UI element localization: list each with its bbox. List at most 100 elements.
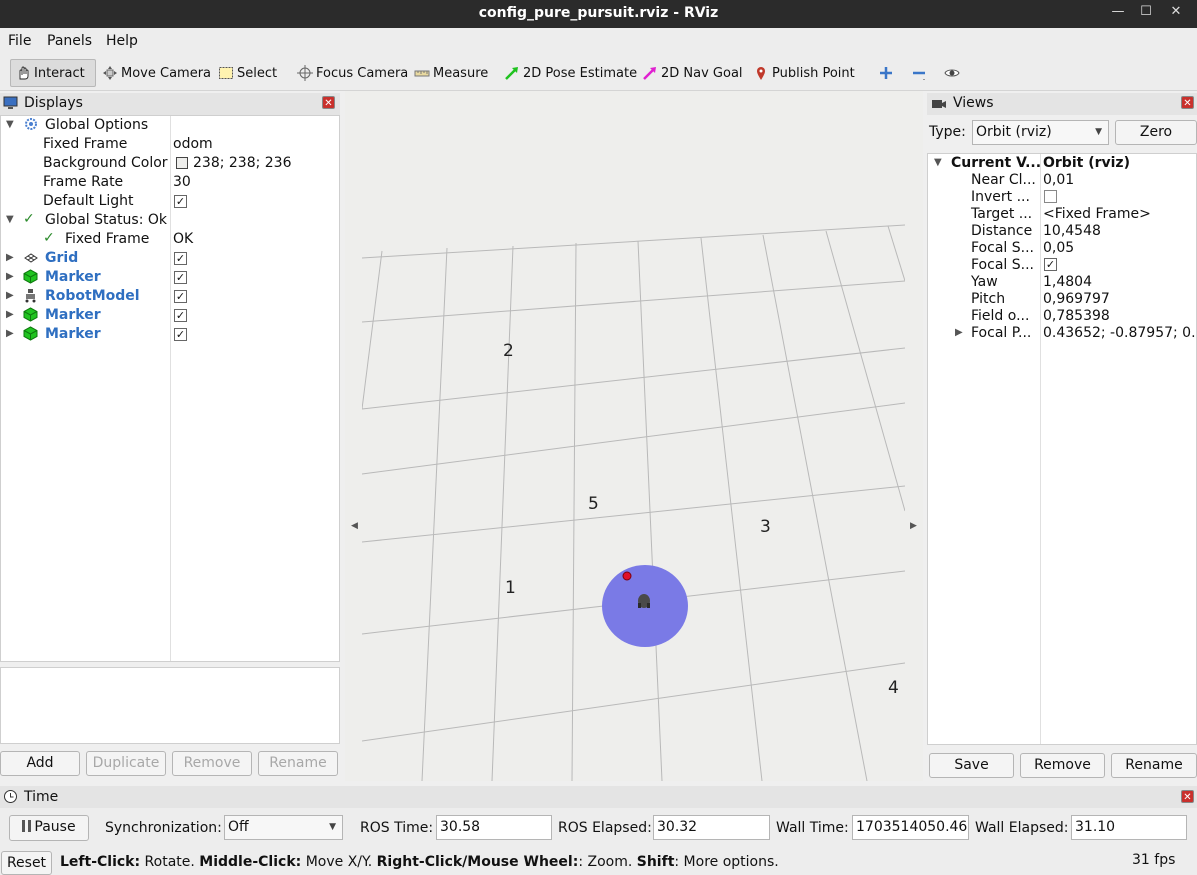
zero-view-button[interactable]: Zero xyxy=(1115,120,1197,145)
rename-view-button[interactable]: Rename xyxy=(1111,753,1197,778)
view-row-focal-shape-size[interactable]: Focal S... 0,05 xyxy=(928,240,1196,257)
help-right-click: Right-Click/Mouse Wheel: xyxy=(376,854,579,870)
fixed-frame-value[interactable]: odom xyxy=(173,136,213,152)
grid-label-2: 2 xyxy=(503,341,514,361)
publish-point-tool-button[interactable]: Publish Point xyxy=(749,59,859,87)
view-options-button[interactable] xyxy=(940,59,967,87)
measure-tool-button[interactable]: Measure xyxy=(410,59,492,87)
maximize-button[interactable]: ☐ xyxy=(1136,4,1156,22)
monitor-icon xyxy=(3,96,18,110)
move-camera-tool-button[interactable]: Move Camera xyxy=(98,59,215,87)
invert-z-checkbox[interactable] xyxy=(1044,190,1057,203)
collapse-arrow-icon[interactable]: ▶ xyxy=(6,309,14,320)
tree-row-frame-rate[interactable]: Frame Rate 30 xyxy=(1,173,339,192)
view-row-focal-shape-fixed[interactable]: Focal S... ✓ xyxy=(928,257,1196,274)
rename-display-button[interactable]: Rename xyxy=(258,751,338,776)
pause-label: Pause xyxy=(34,819,76,835)
menu-file[interactable]: File xyxy=(8,33,31,49)
collapse-arrow-icon[interactable]: ▶ xyxy=(6,252,14,263)
reset-button[interactable]: Reset xyxy=(1,851,52,875)
expand-arrow-icon[interactable]: ▼ xyxy=(6,119,14,130)
view-value[interactable]: 0,969797 xyxy=(1043,291,1110,307)
pause-button[interactable]: Pause xyxy=(9,815,89,841)
tree-row-background-color[interactable]: Background Color 238; 238; 236 xyxy=(1,154,339,173)
help-text: Left-Click: Rotate. Middle-Click: Move X… xyxy=(60,854,779,870)
expand-arrow-icon[interactable]: ▼ xyxy=(934,157,942,168)
marker-enabled-checkbox[interactable]: ✓ xyxy=(174,271,187,284)
focal-shape-checkbox[interactable]: ✓ xyxy=(1044,258,1057,271)
view-value[interactable]: 0,01 xyxy=(1043,172,1074,188)
dropdown-arrow-icon: ▼ xyxy=(329,822,336,832)
save-view-button[interactable]: Save xyxy=(929,753,1014,778)
collapse-arrow-icon[interactable]: ▶ xyxy=(955,327,963,338)
frame-rate-value[interactable]: 30 xyxy=(173,174,191,190)
duplicate-display-button[interactable]: Duplicate xyxy=(86,751,166,776)
menu-panels[interactable]: Panels xyxy=(47,33,92,49)
tree-row-marker[interactable]: ▶ Marker ✓ xyxy=(1,325,339,344)
displays-close-button[interactable]: ✕ xyxy=(322,96,335,109)
tree-row-global-status[interactable]: ▼ ✓ Global Status: Ok xyxy=(1,211,339,230)
minimize-button[interactable]: — xyxy=(1108,4,1128,22)
collapse-arrow-icon[interactable]: ▶ xyxy=(6,271,14,282)
background-color-value[interactable]: 238; 238; 236 xyxy=(193,155,292,171)
color-swatch[interactable] xyxy=(176,157,188,169)
pause-icon xyxy=(22,820,32,832)
3d-viewport[interactable]: ◀ ▶ 2 5 3 1 4 xyxy=(345,91,923,781)
collapse-left-handle[interactable]: ◀ xyxy=(351,521,358,531)
view-row-distance[interactable]: Distance 10,4548 xyxy=(928,223,1196,240)
focus-camera-tool-button[interactable]: Focus Camera xyxy=(293,59,412,87)
time-close-button[interactable]: ✕ xyxy=(1181,790,1194,803)
remove-tool-button[interactable] xyxy=(907,59,934,87)
collapse-arrow-icon[interactable]: ▶ xyxy=(6,290,14,301)
ros-time-field[interactable]: 30.58 xyxy=(436,815,552,840)
wall-time-field[interactable]: 1703514050.46 xyxy=(852,815,969,840)
expand-arrow-icon[interactable]: ▼ xyxy=(6,214,14,225)
collapse-arrow-icon[interactable]: ▶ xyxy=(6,328,14,339)
grid-enabled-checkbox[interactable]: ✓ xyxy=(174,252,187,265)
view-row-invert-z[interactable]: Invert ... xyxy=(928,189,1196,206)
view-value[interactable]: 1,4804 xyxy=(1043,274,1092,290)
tree-row-default-light[interactable]: Default Light ✓ xyxy=(1,192,339,211)
sync-select[interactable]: Off ▼ xyxy=(224,815,343,840)
remove-view-button[interactable]: Remove xyxy=(1020,753,1105,778)
tree-row-fixed-frame[interactable]: Fixed Frame odom xyxy=(1,135,339,154)
default-light-checkbox[interactable]: ✓ xyxy=(174,195,187,208)
view-row-target-frame[interactable]: Target ... <Fixed Frame> xyxy=(928,206,1196,223)
menu-help[interactable]: Help xyxy=(106,33,138,49)
tree-row-marker[interactable]: ▶ Marker ✓ xyxy=(1,306,339,325)
view-row-near-clip[interactable]: Near Cl... 0,01 xyxy=(928,172,1196,189)
view-value[interactable]: 10,4548 xyxy=(1043,223,1101,239)
green-arrow-icon xyxy=(504,65,520,81)
marker-enabled-checkbox[interactable]: ✓ xyxy=(174,328,187,341)
tree-row-global-options[interactable]: ▼ Global Options xyxy=(1,116,339,135)
pose-estimate-tool-button[interactable]: 2D Pose Estimate xyxy=(500,59,641,87)
tree-row-robot-model[interactable]: ▶ RobotModel ✓ xyxy=(1,287,339,306)
view-value[interactable]: <Fixed Frame> xyxy=(1043,206,1151,222)
view-value[interactable]: 0.43652; -0.87957; 0... xyxy=(1043,325,1197,341)
add-tool-button[interactable] xyxy=(874,59,901,87)
wall-elapsed-field[interactable]: 31.10 xyxy=(1071,815,1187,840)
view-row-pitch[interactable]: Pitch 0,969797 xyxy=(928,291,1196,308)
tree-row-grid[interactable]: ▶ Grid ✓ xyxy=(1,249,339,268)
views-close-button[interactable]: ✕ xyxy=(1181,96,1194,109)
view-row-focal-point[interactable]: ▶ Focal P... 0.43652; -0.87957; 0... xyxy=(928,325,1197,342)
remove-display-button[interactable]: Remove xyxy=(172,751,252,776)
marker-enabled-checkbox[interactable]: ✓ xyxy=(174,309,187,322)
tree-row-status-fixed-frame[interactable]: ✓ Fixed Frame OK xyxy=(1,230,339,249)
view-row-field-of-view[interactable]: Field o... 0,785398 xyxy=(928,308,1196,325)
help-shift: Shift xyxy=(636,854,675,870)
view-row-yaw[interactable]: Yaw 1,4804 xyxy=(928,274,1196,291)
add-display-button[interactable]: Add xyxy=(0,751,80,776)
collapse-right-handle[interactable]: ▶ xyxy=(910,521,917,531)
view-value[interactable]: 0,05 xyxy=(1043,240,1074,256)
view-value[interactable]: 0,785398 xyxy=(1043,308,1110,324)
nav-goal-tool-button[interactable]: 2D Nav Goal xyxy=(638,59,747,87)
select-tool-button[interactable]: Select xyxy=(214,59,281,87)
ros-elapsed-field[interactable]: 30.32 xyxy=(653,815,770,840)
robot-model-enabled-checkbox[interactable]: ✓ xyxy=(174,290,187,303)
view-row-current-view[interactable]: ▼ Current V... Orbit (rviz) xyxy=(928,155,1196,172)
close-window-button[interactable]: ✕ xyxy=(1166,4,1186,22)
tree-row-marker[interactable]: ▶ Marker ✓ xyxy=(1,268,339,287)
interact-tool-button[interactable]: Interact xyxy=(10,59,96,87)
view-type-select[interactable]: Orbit (rviz) ▼ xyxy=(972,120,1109,145)
